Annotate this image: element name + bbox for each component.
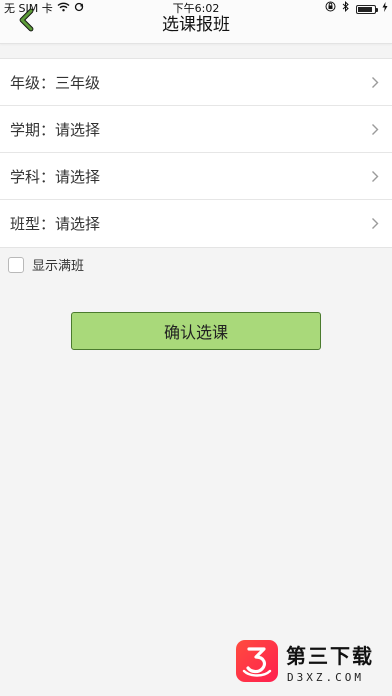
grade-value: 三年级 (55, 73, 101, 92)
watermark-subtitle: D3XZ.COM (287, 671, 364, 684)
grade-label: 年级： (10, 73, 56, 92)
subject-value: 请选择 (55, 167, 101, 186)
semester-value: 请选择 (55, 120, 101, 139)
grade-row[interactable]: 年级： 三年级 (0, 59, 392, 106)
chevron-right-icon (368, 169, 382, 183)
class-type-label: 班型： (10, 215, 56, 233)
course-selection-form: 年级： 三年级 学期： 请选择 学科： 请选择 班型： 请选择 (0, 58, 392, 248)
confirm-selection-button[interactable]: 确认选课 (71, 312, 321, 350)
chevron-right-icon (368, 122, 382, 136)
page-title: 选课报班 (162, 15, 230, 35)
show-full-classes-option[interactable]: 显示满班 (8, 255, 84, 274)
subject-row[interactable]: 学科： 请选择 (0, 153, 392, 200)
watermark-title: 第三下载 (286, 644, 374, 668)
semester-label: 学期： (10, 120, 56, 139)
class-type-value: 请选择 (55, 215, 101, 233)
subject-label: 学科： (10, 167, 56, 186)
class-type-row[interactable]: 班型： 请选择 (0, 200, 392, 247)
chevron-right-icon (368, 217, 382, 231)
watermark: 第三下载 D3XZ.COM (236, 640, 386, 688)
chevron-right-icon (368, 75, 382, 89)
watermark-logo (236, 640, 278, 682)
app-header: 无 SIM 卡 下午6:02 选课报班 (0, 0, 392, 44)
semester-row[interactable]: 学期： 请选择 (0, 106, 392, 153)
show-full-classes-checkbox[interactable] (8, 256, 24, 273)
show-full-classes-label: 显示满班 (32, 259, 85, 274)
